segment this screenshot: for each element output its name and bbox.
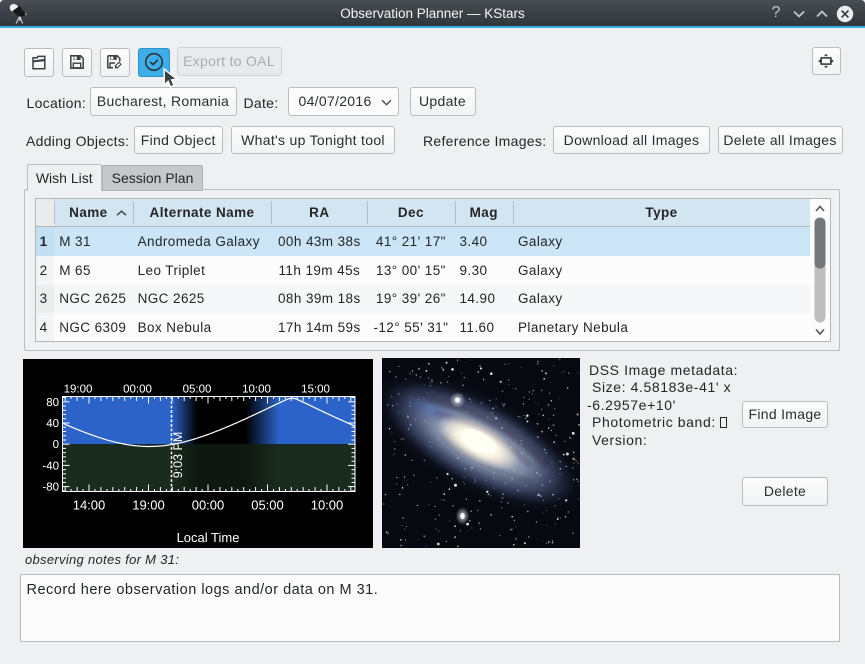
svg-text:05:00: 05:00 <box>183 384 212 396</box>
svg-text:10:00: 10:00 <box>311 498 344 513</box>
svg-text:9:03 PM: 9:03 PM <box>171 432 185 479</box>
svg-text:40: 40 <box>46 418 59 430</box>
svg-text:Local Time: Local Time <box>177 530 240 545</box>
svg-text:0: 0 <box>53 439 59 451</box>
svg-text:19:00: 19:00 <box>64 384 93 396</box>
svg-text:15:00: 15:00 <box>301 384 330 396</box>
svg-text:80: 80 <box>46 397 59 409</box>
svg-text:-40: -40 <box>42 461 59 473</box>
svg-text:00:00: 00:00 <box>123 384 152 396</box>
svg-text:05:00: 05:00 <box>251 498 284 513</box>
svg-text:00:00: 00:00 <box>192 498 225 513</box>
svg-text:19:00: 19:00 <box>132 498 165 513</box>
svg-text:14:00: 14:00 <box>73 498 106 513</box>
svg-text:-80: -80 <box>42 481 59 493</box>
svg-text:10:00: 10:00 <box>242 384 271 396</box>
